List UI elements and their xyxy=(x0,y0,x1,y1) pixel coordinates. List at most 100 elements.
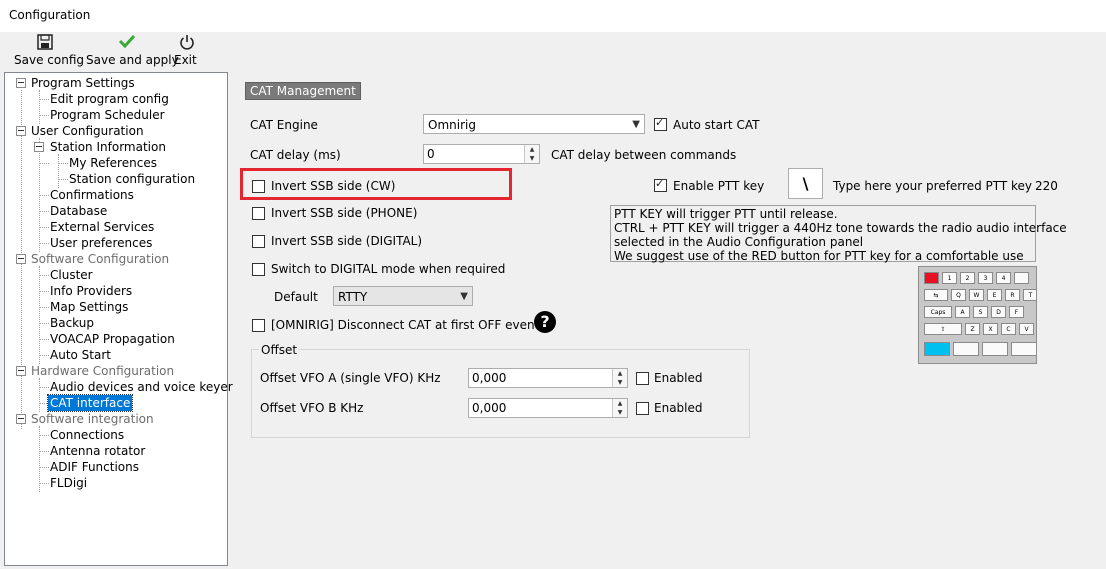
ptt-key-code: 220 xyxy=(1035,179,1058,193)
exit-button[interactable]: Exit xyxy=(174,34,200,68)
collapse-icon[interactable] xyxy=(16,254,26,264)
spin-buttons[interactable]: ▲ ▼ xyxy=(612,369,627,387)
keyboard-key xyxy=(924,342,950,356)
tree-my-references[interactable]: My References xyxy=(67,155,159,171)
vfo-a-input[interactable]: 0,000 ▲ ▼ xyxy=(468,368,628,388)
cat-management-panel: CAT Management CAT Engine Omnirig ▼ Auto… xyxy=(233,72,1106,569)
keyboard-key: 4 xyxy=(996,272,1011,284)
collapse-icon[interactable] xyxy=(16,78,26,88)
chevron-down-icon: ▼ xyxy=(460,291,468,302)
invert-digital-checkbox[interactable] xyxy=(252,235,265,248)
auto-start-cat-checkbox[interactable] xyxy=(654,116,667,131)
auto-start-cat-label: Auto start CAT xyxy=(673,118,760,132)
floppy-disk-icon xyxy=(14,34,76,52)
ptt-red-key xyxy=(924,272,939,284)
tree-software-configuration[interactable]: Software Configuration xyxy=(29,251,171,267)
vfo-a-enabled-checkbox[interactable] xyxy=(636,372,649,385)
switch-digital-checkbox[interactable] xyxy=(252,263,265,276)
keyboard-key: E xyxy=(987,289,1002,301)
tree-external-services[interactable]: External Services xyxy=(48,219,156,235)
tree-station-configuration[interactable]: Station configuration xyxy=(67,171,197,187)
exit-label: Exit xyxy=(174,53,197,67)
up-arrow-icon[interactable]: ▲ xyxy=(525,145,539,154)
tree-hardware-configuration[interactable]: Hardware Configuration xyxy=(29,363,176,379)
default-mode-select[interactable]: RTTY ▼ xyxy=(333,286,473,306)
tree-cluster[interactable]: Cluster xyxy=(48,267,95,283)
vfo-a-label: Offset VFO A (single VFO) KHz xyxy=(260,371,441,385)
cat-engine-select[interactable]: Omnirig ▼ xyxy=(423,114,645,134)
tree-station-information[interactable]: Station Information xyxy=(48,139,168,155)
tree-software-integration[interactable]: Software integration xyxy=(29,411,156,427)
cat-delay-hint: CAT delay between commands xyxy=(551,148,737,162)
invert-digital-label: Invert SSB side (DIGITAL) xyxy=(271,234,423,248)
tree-fldigi[interactable]: FLDigi xyxy=(48,475,89,491)
tree-confirmations[interactable]: Confirmations xyxy=(48,187,136,203)
tree-map-settings[interactable]: Map Settings xyxy=(48,299,130,315)
invert-cw-checkbox[interactable] xyxy=(252,180,265,193)
ptt-key-input[interactable]: \ xyxy=(788,168,823,199)
tree-voacap-propagation[interactable]: VOACAP Propagation xyxy=(48,331,177,347)
keyboard-key: Caps xyxy=(924,306,952,318)
spin-buttons[interactable]: ▲ ▼ xyxy=(524,145,539,163)
window-title: Configuration xyxy=(9,8,91,22)
tree-program-scheduler[interactable]: Program Scheduler xyxy=(48,107,167,123)
keyboard-key: X xyxy=(983,323,998,335)
tree-program-settings[interactable]: Program Settings xyxy=(29,75,137,91)
tree-audio-devices[interactable]: Audio devices and voice keyer xyxy=(48,379,235,395)
offset-group xyxy=(251,349,750,438)
tree-backup[interactable]: Backup xyxy=(48,315,96,331)
help-icon[interactable]: ? xyxy=(534,311,556,333)
invert-phone-checkbox[interactable] xyxy=(252,207,265,220)
up-arrow-icon[interactable]: ▲ xyxy=(613,369,627,378)
invert-phone-label: Invert SSB side (PHONE) xyxy=(271,206,418,220)
keyboard-key: 3 xyxy=(978,272,993,284)
tree-user-preferences[interactable]: User preferences xyxy=(48,235,154,251)
enable-ptt-checkbox[interactable] xyxy=(654,177,667,192)
vfo-b-value: 0,000 xyxy=(472,401,507,415)
tree-database[interactable]: Database xyxy=(48,203,109,219)
collapse-icon[interactable] xyxy=(16,414,26,424)
vfo-b-label: Offset VFO B KHz xyxy=(260,401,364,415)
keyboard-key: R xyxy=(1005,289,1020,301)
vfo-b-enabled-checkbox[interactable] xyxy=(636,402,649,415)
vfo-a-enabled-label: Enabled xyxy=(654,371,703,385)
vfo-a-value: 0,000 xyxy=(472,371,507,385)
title-bar xyxy=(0,0,1106,32)
tree-adif-functions[interactable]: ADIF Functions xyxy=(48,459,141,475)
tree-connections[interactable]: Connections xyxy=(48,427,126,443)
tree-cat-interface[interactable]: CAT interface xyxy=(46,394,134,412)
collapse-icon[interactable] xyxy=(34,142,44,152)
omnirig-disconnect-checkbox[interactable] xyxy=(252,319,265,332)
down-arrow-icon[interactable]: ▼ xyxy=(613,378,627,387)
cat-engine-label: CAT Engine xyxy=(250,118,318,132)
vfo-b-input[interactable]: 0,000 ▲ ▼ xyxy=(468,398,628,418)
keyboard-key: 2 xyxy=(960,272,975,284)
settings-tree[interactable]: Program Settings Edit program config Pro… xyxy=(4,72,233,566)
spin-buttons[interactable]: ▲ ▼ xyxy=(612,399,627,417)
keyboard-key: Z xyxy=(965,323,980,335)
keyboard-key: A xyxy=(955,306,970,318)
offset-group-label: Offset xyxy=(259,343,300,357)
keyboard-key xyxy=(982,342,1008,356)
tree-auto-start[interactable]: Auto Start xyxy=(48,347,113,363)
save-and-apply-button[interactable]: Save and apply xyxy=(86,34,179,68)
down-arrow-icon[interactable]: ▼ xyxy=(613,408,627,417)
default-mode-value: RTTY xyxy=(338,290,368,304)
tree-edit-program-config[interactable]: Edit program config xyxy=(48,91,171,107)
ptt-info-line: PTT KEY will trigger PTT until release. xyxy=(614,207,838,221)
tree-user-configuration[interactable]: User Configuration xyxy=(29,123,146,139)
down-arrow-icon[interactable]: ▼ xyxy=(525,154,539,163)
ptt-key-hint: Type here your preferred PTT key xyxy=(833,179,1033,193)
tree-info-providers[interactable]: Info Providers xyxy=(48,283,134,299)
enable-ptt-label: Enable PTT key xyxy=(673,179,765,193)
tree-antenna-rotator[interactable]: Antenna rotator xyxy=(48,443,147,459)
keyboard-key: T xyxy=(1023,289,1036,301)
collapse-icon[interactable] xyxy=(16,126,26,136)
up-arrow-icon[interactable]: ▲ xyxy=(613,399,627,408)
checkmark-icon xyxy=(86,34,168,52)
collapse-icon[interactable] xyxy=(16,366,26,376)
keyboard-key: C xyxy=(1001,323,1016,335)
keyboard-key: S xyxy=(973,306,988,318)
cat-delay-input[interactable]: 0 ▲ ▼ xyxy=(423,144,540,164)
save-config-button[interactable]: Save config xyxy=(14,34,84,68)
